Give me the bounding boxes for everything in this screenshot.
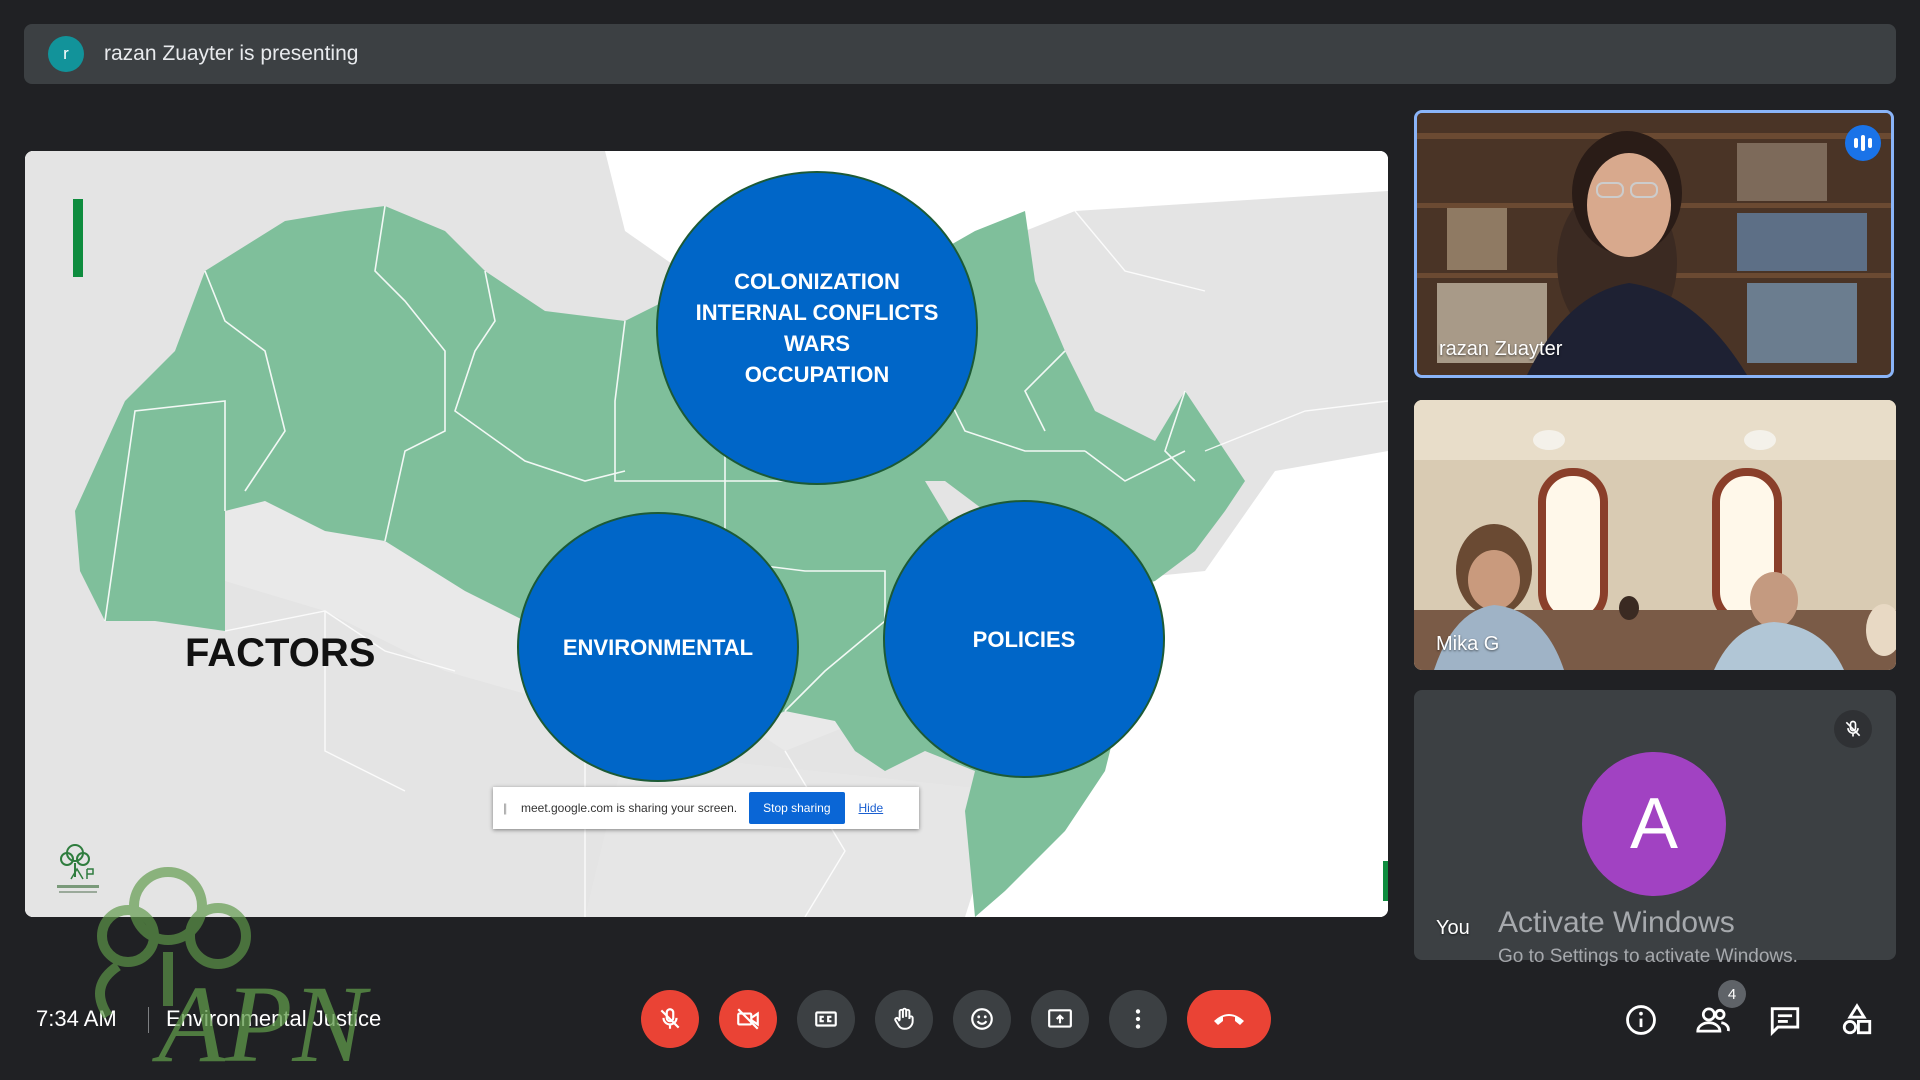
screen-share-notice: || meet.google.com is sharing your scree… xyxy=(493,787,919,829)
reactions-button[interactable] xyxy=(953,990,1011,1048)
captions-icon xyxy=(815,1011,837,1027)
razan-video xyxy=(1417,113,1891,375)
present-screen-icon xyxy=(1048,1009,1072,1028)
apn-watermark-logo: APN xyxy=(95,867,371,1072)
raise-hand-icon xyxy=(894,1007,914,1030)
speaking-indicator-icon xyxy=(1845,125,1881,161)
participant-name: razan Zuayter xyxy=(1439,338,1563,360)
circle-line: WARS xyxy=(784,331,850,356)
participant-tile-razan[interactable]: razan Zuayter xyxy=(1414,110,1894,378)
presenter-avatar: r xyxy=(48,36,84,72)
activate-windows-watermark: Activate Windows Go to Settings to activ… xyxy=(1498,906,1798,968)
meeting-details-button[interactable] xyxy=(1621,1000,1661,1040)
activities-shapes-icon xyxy=(1842,1003,1872,1035)
people-icon xyxy=(1696,1007,1730,1033)
chat-icon xyxy=(1770,1007,1800,1037)
drag-handle-icon[interactable]: || xyxy=(503,801,513,815)
avatar: A xyxy=(1582,752,1726,896)
presenting-banner: r razan Zuayter is presenting xyxy=(24,24,1896,84)
activities-button[interactable] xyxy=(1837,1000,1877,1040)
mika-video xyxy=(1414,400,1896,670)
factor-circle-conflicts: COLONIZATION INTERNAL CONFLICTS WARS OCC… xyxy=(656,171,978,485)
mic-toggle-button[interactable] xyxy=(641,990,699,1048)
hide-link[interactable]: Hide xyxy=(859,801,884,815)
share-notice-text: meet.google.com is sharing your screen. xyxy=(521,801,738,815)
participant-name: Mika G xyxy=(1436,633,1500,655)
factor-circle-environmental: ENVIRONMENTAL xyxy=(517,512,799,782)
slide-accent-bar xyxy=(73,199,83,277)
leave-call-button[interactable] xyxy=(1187,990,1271,1048)
chat-button[interactable] xyxy=(1765,1000,1805,1040)
info-icon xyxy=(1626,1005,1656,1035)
phone-hangup-icon xyxy=(1214,1014,1244,1025)
more-options-button[interactable] xyxy=(1109,990,1167,1048)
participant-tile-mika[interactable]: Mika G xyxy=(1414,400,1896,670)
circle-line: INTERNAL CONFLICTS xyxy=(695,300,939,325)
shared-screen: COLONIZATION INTERNAL CONFLICTS WARS OCC… xyxy=(25,151,1388,917)
raise-hand-button[interactable] xyxy=(875,990,933,1048)
emoji-icon xyxy=(971,1008,993,1030)
activate-subtitle: Go to Settings to activate Windows. xyxy=(1498,946,1798,967)
stop-sharing-button[interactable]: Stop sharing xyxy=(749,792,845,824)
factor-circle-policies: POLICIES xyxy=(883,500,1165,778)
activate-title: Activate Windows xyxy=(1498,906,1735,939)
slide-accent-bar-right xyxy=(1383,861,1388,901)
participant-name: You xyxy=(1436,917,1470,939)
circle-line: OCCUPATION xyxy=(744,362,890,387)
mic-off-icon xyxy=(1834,710,1872,748)
people-count-badge: 4 xyxy=(1718,980,1746,1008)
camera-toggle-button[interactable] xyxy=(719,990,777,1048)
present-button[interactable] xyxy=(1031,990,1089,1048)
factors-heading: FACTORS xyxy=(185,631,376,675)
camera-off-icon xyxy=(737,1008,759,1030)
circle-label: POLICIES xyxy=(972,626,1076,652)
circle-label: ENVIRONMENTAL xyxy=(562,634,754,660)
mic-off-icon xyxy=(660,1008,680,1029)
more-vert-icon xyxy=(1135,1009,1141,1029)
presenting-status: razan Zuayter is presenting xyxy=(104,42,359,65)
watermark-text: APN xyxy=(151,963,371,1072)
captions-button[interactable] xyxy=(797,990,855,1048)
circle-line: COLONIZATION xyxy=(734,269,900,294)
